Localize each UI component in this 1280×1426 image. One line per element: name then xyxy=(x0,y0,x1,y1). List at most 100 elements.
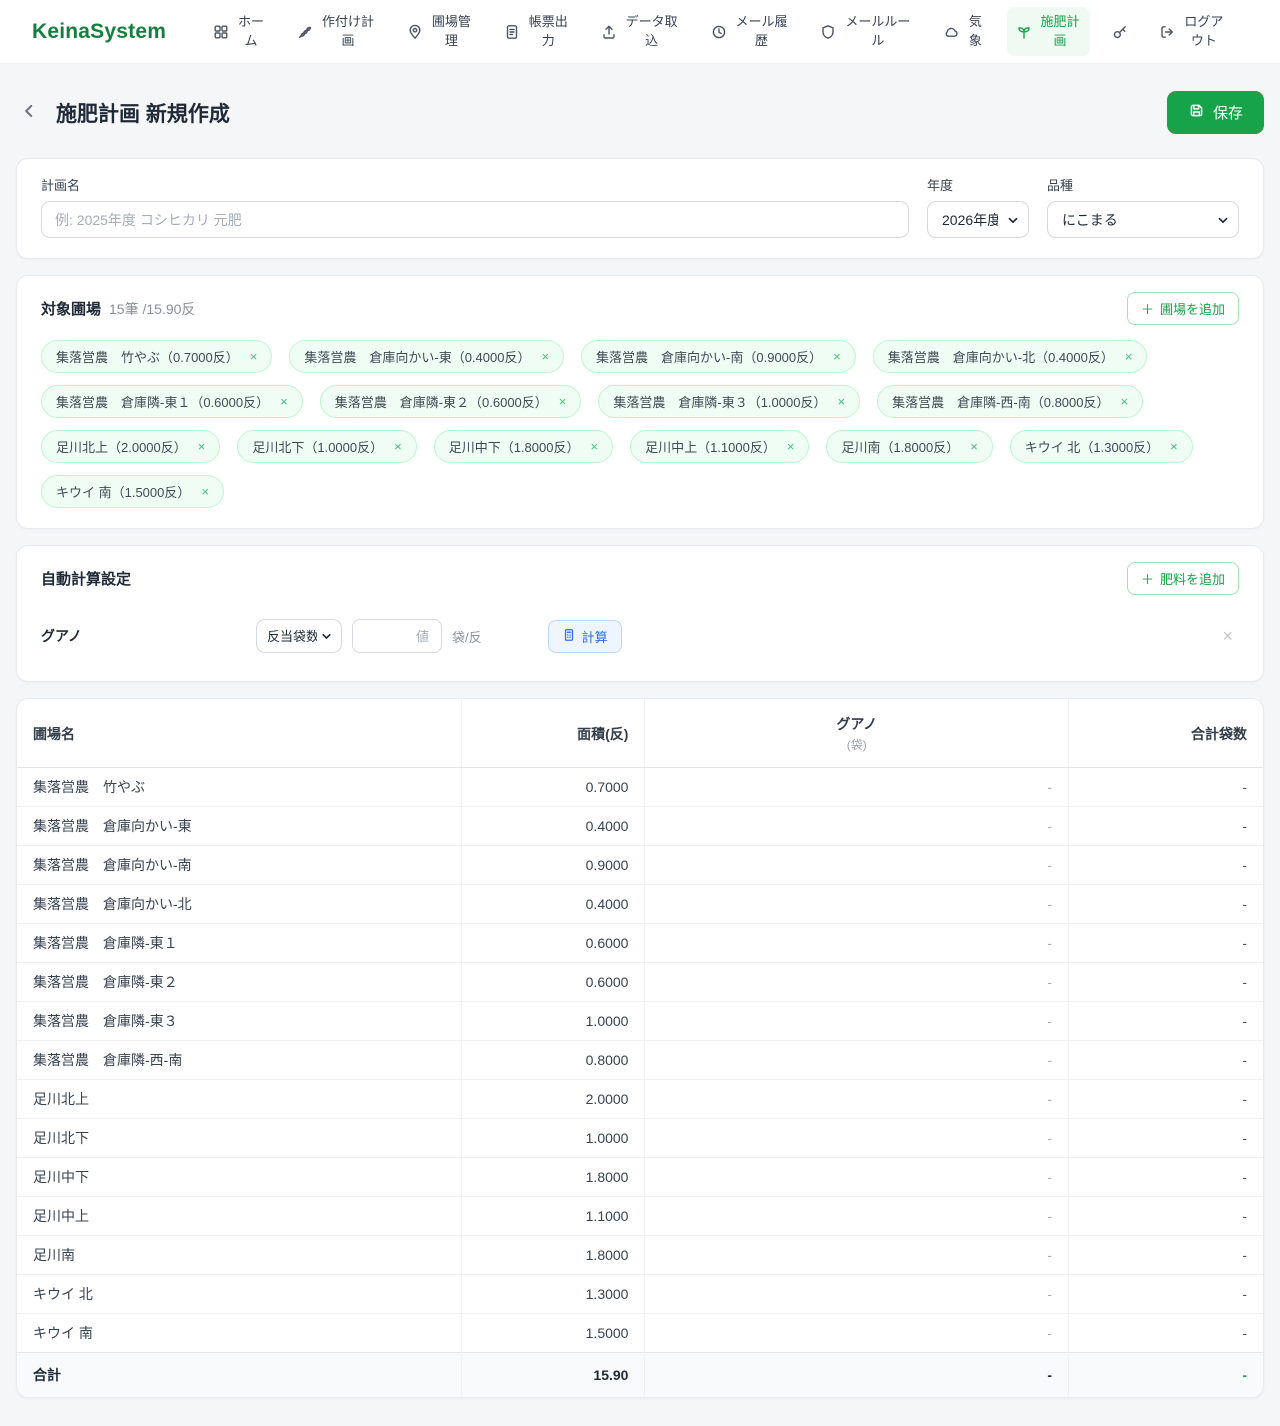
table-row: 足川中下 1.8000- - xyxy=(17,1157,1263,1197)
field-tag-label: 集落営農 倉庫向かい-北（0.4000反） xyxy=(887,350,1114,365)
nav-item-label: ログアウト xyxy=(1184,13,1224,48)
total-bags-cell: - xyxy=(1068,1001,1263,1041)
remove-tag-icon[interactable]: × xyxy=(833,349,841,364)
nav-item-field-management[interactable]: 圃場管理 xyxy=(398,7,482,57)
field-name-cell: 集落営農 竹やぶ xyxy=(33,779,145,795)
add-fertilizer-label: 肥料を追加 xyxy=(1159,572,1225,587)
nav-item-key[interactable] xyxy=(1103,18,1137,46)
field-tag-list: 集落営農 竹やぶ（0.7000反） × 集落営農 倉庫向かい-東（0.4000反） ×… xyxy=(41,340,1239,508)
fertilizer-cell: - xyxy=(644,1196,1069,1236)
calc-method-select[interactable]: 反当袋数 xyxy=(256,619,342,653)
field-name-cell: 足川中上 xyxy=(17,1196,462,1236)
nav-item-label: メール履歴 xyxy=(735,13,788,48)
total-bags-cell: - xyxy=(1068,962,1263,1002)
variety-select[interactable]: にこまる xyxy=(1047,201,1239,238)
area-cell: 1.3000 xyxy=(461,1274,645,1314)
grid-icon xyxy=(213,24,229,40)
total-label: 合計 xyxy=(17,1352,462,1397)
plus-icon: ＋ xyxy=(1140,302,1154,317)
remove-tag-icon[interactable]: × xyxy=(1120,394,1128,409)
field-name-cell: 集落営農 倉庫隣-東３ xyxy=(17,1001,462,1041)
field-tag: キウイ 北（1.3000反） × xyxy=(1009,430,1193,463)
plan-name-input[interactable] xyxy=(41,201,909,238)
field-name-cell: 足川南 xyxy=(17,1235,462,1275)
page-title: 施肥計画 新規作成 xyxy=(56,102,230,126)
remove-tag-icon[interactable]: × xyxy=(787,439,795,454)
calc-unit: 袋/反 xyxy=(452,629,482,645)
nav-menu: ホーム 作付け計画 圃場管理 帳票出力 データ取込 メール履歴 メールルール 気象 施肥計画 ログ… xyxy=(204,6,1252,57)
area-cell: 0.6000 xyxy=(461,962,645,1002)
nav-item-weather[interactable]: 気象 xyxy=(934,7,993,57)
field-tag: 足川中上（1.1000反） × xyxy=(630,430,810,463)
remove-tag-icon[interactable]: × xyxy=(541,349,549,364)
remove-tag-icon[interactable]: × xyxy=(250,349,258,364)
top-navbar: KeinaSystem ホーム 作付け計画 圃場管理 帳票出力 データ取込 メール履歴 メー… xyxy=(0,0,1280,64)
plan-info-card: 計画名 年度 2026年度 品種 にこまる xyxy=(16,158,1264,259)
shield-icon xyxy=(820,24,836,40)
field-name-cell: 集落営農 倉庫向かい-北 xyxy=(17,884,462,924)
area-cell: 1.8000 xyxy=(461,1157,645,1197)
fertilizer-cell: - xyxy=(644,1274,1069,1314)
save-button[interactable]: 保存 xyxy=(1166,91,1264,134)
nav-item-mail-rules[interactable]: メールルール xyxy=(811,7,921,57)
sprout-icon xyxy=(1016,24,1032,40)
nav-item-fertilizer-plan[interactable]: 施肥計画 xyxy=(1006,6,1091,57)
nav-item-logout[interactable]: ログアウト xyxy=(1150,7,1234,57)
col-header-total: 合計袋数 xyxy=(1068,699,1263,768)
document-icon xyxy=(504,24,520,40)
remove-tag-icon[interactable]: × xyxy=(1125,349,1133,364)
table-row: 足川中上 1.1000- - xyxy=(17,1196,1263,1236)
remove-tag-icon[interactable]: × xyxy=(590,439,598,454)
nav-item-home[interactable]: ホーム xyxy=(204,7,275,57)
table-row: 集落営農 倉庫向かい-東 0.4000- - xyxy=(17,806,1263,846)
nav-item-report-output[interactable]: 帳票出力 xyxy=(495,7,579,57)
table-row: 集落営農 倉庫隣-東２ 0.6000- - xyxy=(17,962,1263,1002)
fertilizer-setting-row: グアノ 反当袋数 袋/反 計算 × xyxy=(41,619,1239,661)
remove-tag-icon[interactable]: × xyxy=(394,439,402,454)
field-tag: 集落営農 倉庫隣-西-南（0.8000反） × xyxy=(877,385,1144,418)
calc-value-input[interactable] xyxy=(352,619,442,653)
target-fields-card: 対象圃場 15筆 /15.90反 ＋ 圃場を追加 集落営農 竹やぶ（0.7000… xyxy=(16,275,1264,529)
add-field-button[interactable]: ＋ 圃場を追加 xyxy=(1126,292,1239,325)
calculate-button[interactable]: 計算 xyxy=(547,619,622,653)
field-tag-label: 集落営農 倉庫向かい-東（0.4000反） xyxy=(304,350,531,365)
back-button[interactable] xyxy=(16,98,42,127)
year-select[interactable]: 2026年度 xyxy=(927,201,1029,238)
nav-item-label: 作付け計画 xyxy=(321,13,374,48)
area-cell: 0.4000 xyxy=(461,806,645,846)
remove-tag-icon[interactable]: × xyxy=(201,484,209,499)
remove-tag-icon[interactable]: × xyxy=(837,394,845,409)
remove-fertilizer-button[interactable]: × xyxy=(1216,625,1239,647)
brand-logo[interactable]: KeinaSystem xyxy=(32,20,166,44)
remove-tag-icon[interactable]: × xyxy=(280,394,288,409)
year-label: 年度 xyxy=(927,178,954,193)
col-header-field: 圃場名 xyxy=(17,699,462,768)
field-tag: 集落営農 倉庫向かい-東（0.4000反） × xyxy=(289,340,565,373)
upload-icon xyxy=(601,24,617,40)
total-bags-cell: - xyxy=(1068,923,1263,963)
nav-item-data-import[interactable]: データ取込 xyxy=(592,7,689,57)
nav-item-planting-plan[interactable]: 作付け計画 xyxy=(288,7,385,57)
plus-icon: ＋ xyxy=(1140,572,1154,587)
remove-tag-icon[interactable]: × xyxy=(970,439,978,454)
auto-calc-card: 自動計算設定 ＋ 肥料を追加 グアノ 反当袋数 袋/反 計算 × xyxy=(16,545,1264,682)
remove-tag-icon[interactable]: × xyxy=(1170,439,1178,454)
fertilizer-cell: - xyxy=(644,923,1069,963)
total-bags-cell: - xyxy=(1068,1040,1263,1080)
add-fertilizer-button[interactable]: ＋ 肥料を追加 xyxy=(1126,562,1239,595)
field-tag-label: 集落営農 倉庫向かい-南（0.9000反） xyxy=(596,350,823,365)
table-row: キウイ 北 1.3000- - xyxy=(17,1274,1263,1314)
table-row: 足川北上 2.0000- - xyxy=(17,1079,1263,1119)
nav-item-mail-history[interactable]: メール履歴 xyxy=(702,7,799,57)
chevron-left-icon xyxy=(20,102,38,123)
fertilizer-cell: - xyxy=(644,962,1069,1002)
remove-tag-icon[interactable]: × xyxy=(198,439,206,454)
area-cell: 0.9000 xyxy=(461,845,645,885)
remove-tag-icon[interactable]: × xyxy=(559,394,567,409)
field-tag-label: キウイ 南（1.5000反） xyxy=(56,485,191,500)
field-name-cell: 集落営農 倉庫隣-西-南 xyxy=(17,1040,462,1080)
target-fields-count: 15筆 /15.90反 xyxy=(109,300,196,317)
field-name-cell: 足川中下 xyxy=(17,1157,462,1197)
variety-label: 品種 xyxy=(1047,178,1074,193)
calculator-icon xyxy=(562,628,576,645)
